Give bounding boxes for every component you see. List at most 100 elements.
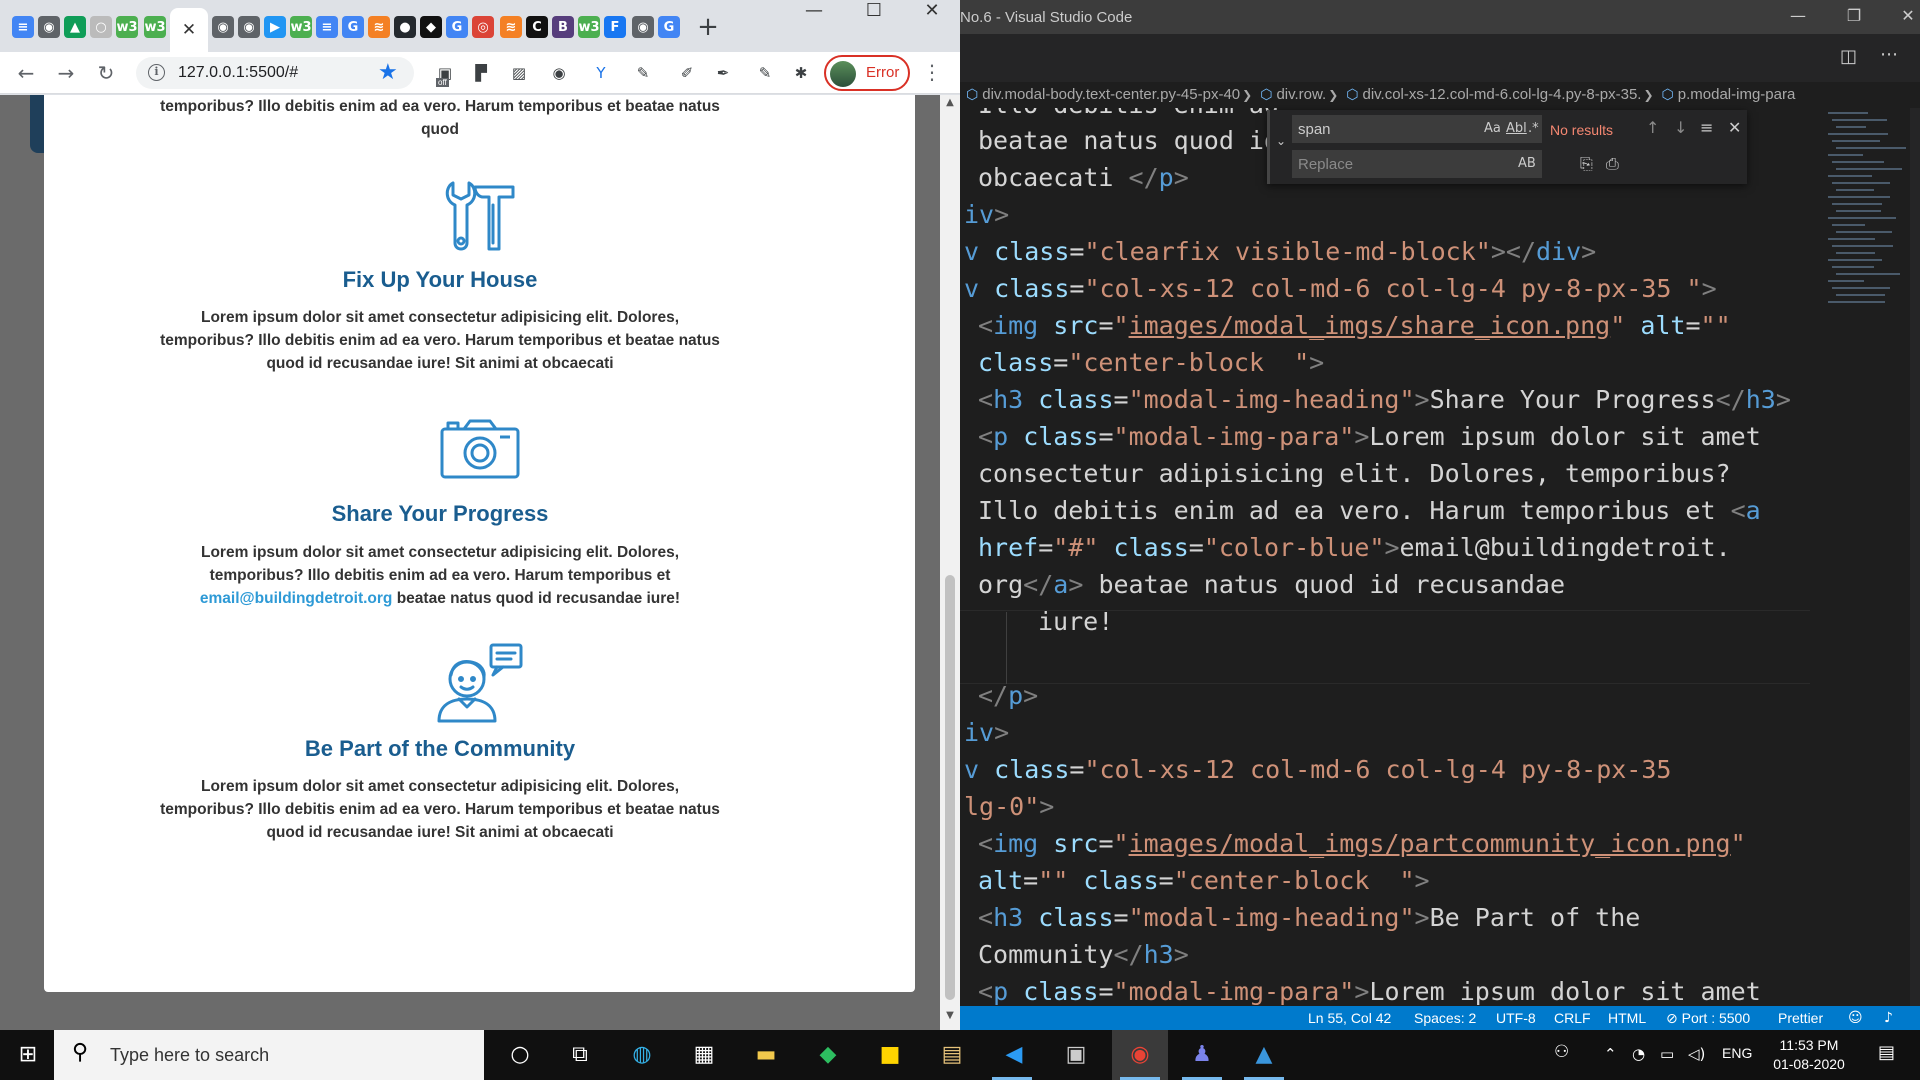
archive-icon[interactable]: ▤	[936, 1039, 968, 1071]
prettier-status[interactable]: Prettier	[1778, 1006, 1823, 1030]
sticky-notes-icon[interactable]: ■	[874, 1039, 906, 1071]
photos-icon[interactable]: ▲	[1248, 1039, 1280, 1071]
code-editor[interactable]: Illo debitis enim ad beatae natus quod i…	[960, 108, 1820, 1008]
calculator-icon[interactable]: ▣	[1060, 1039, 1092, 1071]
notifications-bell-icon[interactable]: ♪	[1884, 1006, 1893, 1030]
github-icon[interactable]: ●	[394, 16, 416, 38]
extension-icon[interactable]: ▛	[470, 62, 492, 84]
live-server-port[interactable]: ⊘ Port : 5500	[1666, 1006, 1750, 1030]
address-text[interactable]: 127.0.0.1:5500/#	[178, 64, 298, 82]
scroll-down-arrow-icon[interactable]: ▼	[940, 1010, 960, 1026]
windows-start-icon[interactable]: ⊞	[12, 1039, 44, 1071]
stackoverflow-icon[interactable]: ≋	[500, 16, 522, 38]
chrome-icon[interactable]: ◎	[472, 16, 494, 38]
language-mode[interactable]: HTML	[1608, 1006, 1646, 1030]
scrollbar-thumb[interactable]	[945, 575, 955, 1000]
google-icon[interactable]: G	[658, 16, 680, 38]
eyedropper-icon[interactable]: ✎	[754, 62, 776, 84]
forward-button[interactable]: →	[52, 59, 80, 87]
breadcrumb-item[interactable]: div.col-xs-12.col-md-6.col-lg-4.py-8-px-…	[1362, 86, 1641, 103]
breadcrumb-item[interactable]: div.row.	[1276, 86, 1326, 103]
stackoverflow-icon[interactable]: ≋	[368, 16, 390, 38]
close-window-button[interactable]: ✕	[904, 0, 960, 24]
people-icon[interactable]: ⚇	[1554, 1042, 1569, 1062]
evernote-icon[interactable]: ◆	[812, 1039, 844, 1071]
toggle-replace-icon[interactable]: ⌄	[1276, 134, 1286, 148]
minimap[interactable]	[1820, 108, 1920, 1008]
breadcrumb-item[interactable]: div.modal-body.text-center.py-45-px-40	[982, 86, 1240, 103]
reload-button[interactable]: ↻	[92, 59, 120, 87]
indentation[interactable]: Spaces: 2	[1414, 1006, 1476, 1030]
bookmark-star-icon[interactable]: ★	[378, 60, 398, 85]
pen-icon[interactable]: ✒	[712, 62, 734, 84]
edge-icon[interactable]: ◍	[626, 1039, 658, 1071]
find-input[interactable]: span Aa Abl .*	[1292, 115, 1542, 143]
preserve-case-icon[interactable]: AB	[1518, 156, 1536, 171]
extensions-puzzle-icon[interactable]: ✱	[790, 62, 812, 84]
w3schools-icon[interactable]: w3	[116, 16, 138, 38]
menu-icon[interactable]: ⋮	[922, 60, 942, 84]
chrome-icon[interactable]: ◉	[1124, 1039, 1156, 1071]
previous-match-icon[interactable]: ↑	[1646, 118, 1659, 137]
vscode-icon[interactable]: ◀	[998, 1039, 1030, 1071]
globe-icon[interactable]: ◉	[632, 16, 654, 38]
media-icon[interactable]: ▶	[264, 16, 286, 38]
w3schools-icon[interactable]: w3	[290, 16, 312, 38]
store-icon[interactable]: ▦	[688, 1039, 720, 1071]
c-icon[interactable]: C	[526, 16, 548, 38]
use-regex-icon[interactable]: .*	[1528, 121, 1539, 136]
minimize-button[interactable]: —	[786, 0, 842, 24]
docs-icon[interactable]: ≡	[316, 16, 338, 38]
maximize-button[interactable]: ☐	[846, 0, 902, 24]
close-tab-icon[interactable]: ✕	[182, 20, 196, 40]
generic-icon[interactable]: ○	[90, 16, 112, 38]
feedback-icon[interactable]: ☺	[1848, 1006, 1863, 1030]
match-case-icon[interactable]: Aa	[1484, 121, 1501, 136]
input-language[interactable]: ENG	[1722, 1045, 1752, 1061]
replace-input[interactable]: Replace AB	[1292, 150, 1542, 178]
restore-button[interactable]: ❐	[1834, 6, 1874, 25]
profile-error-button[interactable]: Error	[824, 55, 910, 91]
back-button[interactable]: ←	[12, 59, 40, 87]
find-in-selection-icon[interactable]: ≡	[1700, 118, 1713, 137]
minimize-button[interactable]: —	[1778, 6, 1818, 25]
codepen-icon[interactable]: ◆	[420, 16, 442, 38]
close-icon[interactable]: ✕	[1728, 118, 1741, 137]
cortana-icon[interactable]: ○	[504, 1039, 536, 1071]
w3schools-icon[interactable]: w3	[144, 16, 166, 38]
globe-icon[interactable]: ◉	[238, 16, 260, 38]
more-actions-icon[interactable]: ⋯	[1880, 44, 1898, 65]
bootstrap-icon[interactable]: B	[552, 16, 574, 38]
action-center-icon[interactable]: ▤	[1878, 1042, 1895, 1063]
google-icon[interactable]: G	[342, 16, 364, 38]
taskbar-search[interactable]: ⚲ Type here to search	[54, 1030, 484, 1080]
w3schools-icon[interactable]: w3	[578, 16, 600, 38]
globe-icon[interactable]: ◉	[38, 16, 60, 38]
breadcrumb-item[interactable]: p.modal-img-para	[1678, 86, 1796, 103]
close-window-button[interactable]: ✕	[1888, 6, 1920, 25]
battery-icon[interactable]: ▭	[1660, 1045, 1674, 1063]
extension-icon[interactable]: ▨	[508, 62, 530, 84]
email-link[interactable]: email@buildingdetroit.org	[200, 590, 393, 607]
task-view-icon[interactable]: ⧉	[564, 1039, 596, 1071]
page-scrollbar[interactable]: ▲ ▼	[940, 95, 960, 1030]
teams-icon[interactable]: ♟	[1186, 1039, 1218, 1071]
scroll-up-arrow-icon[interactable]: ▲	[940, 97, 960, 113]
system-clock[interactable]: 11:53 PM 01-08-2020	[1764, 1036, 1854, 1074]
site-info-icon[interactable]: i	[148, 64, 165, 81]
extension-icon[interactable]: Y	[590, 62, 612, 84]
docs-icon[interactable]: ≡	[12, 16, 34, 38]
cursor-position[interactable]: Ln 55, Col 42	[1308, 1006, 1391, 1030]
line-ending[interactable]: CRLF	[1554, 1006, 1591, 1030]
facebook-icon[interactable]: F	[604, 16, 626, 38]
replace-all-icon[interactable]: ⎙	[1606, 154, 1619, 174]
eyedropper-icon[interactable]: ✎	[632, 62, 654, 84]
file-explorer-icon[interactable]: ▬	[750, 1039, 782, 1071]
replace-icon[interactable]: ⎘	[1580, 154, 1593, 174]
address-bar[interactable]: i 127.0.0.1:5500/# ★	[136, 57, 414, 89]
google-icon[interactable]: G	[446, 16, 468, 38]
match-whole-word-icon[interactable]: Abl	[1506, 121, 1527, 136]
next-match-icon[interactable]: ↓	[1674, 118, 1687, 137]
drive-icon[interactable]: ▲	[64, 16, 86, 38]
encoding[interactable]: UTF-8	[1496, 1006, 1536, 1030]
